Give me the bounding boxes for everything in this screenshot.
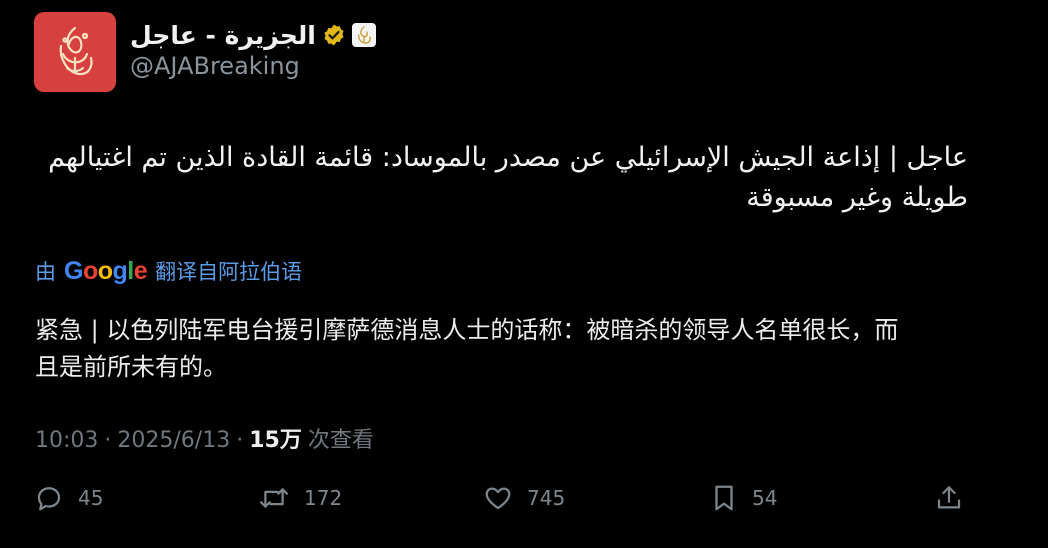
post-time[interactable]: 10:03 bbox=[35, 428, 98, 453]
aljazeera-affiliate-badge-icon[interactable] bbox=[351, 23, 376, 47]
reply-button[interactable]: 45 bbox=[34, 480, 103, 516]
bookmark-icon bbox=[715, 485, 733, 511]
reply-count: 45 bbox=[78, 486, 104, 510]
translation-line: 且是前所未有的。 bbox=[35, 353, 227, 381]
tweet-detail: الجزيرة - عاجل @AJABreaking عاجل | إذاعة… bbox=[0, 0, 1048, 548]
share-icon bbox=[937, 486, 961, 509]
like-count: 745 bbox=[527, 486, 566, 510]
share-button[interactable] bbox=[934, 480, 964, 516]
account-handle[interactable]: @AJABreaking bbox=[130, 52, 300, 80]
post-text-line: طويلة وغير مسبوقة bbox=[746, 182, 968, 213]
reply-icon bbox=[37, 487, 61, 511]
gold-verified-badge-icon[interactable] bbox=[322, 23, 346, 47]
repost-count: 172 bbox=[304, 486, 343, 510]
heart-icon bbox=[485, 487, 511, 510]
account-name-row[interactable]: الجزيرة - عاجل bbox=[130, 18, 376, 52]
account-display-name[interactable]: الجزيرة - عاجل bbox=[130, 21, 316, 50]
account-avatar[interactable] bbox=[34, 12, 116, 92]
like-button[interactable]: 745 bbox=[483, 480, 565, 516]
repost-icon bbox=[259, 488, 289, 508]
post-text-original: عاجل | إذاعة الجيش الإسرائيلي عن مصدر با… bbox=[48, 138, 968, 218]
translation-line: 紧急 | 以色列陆军电台援引摩萨德消息人士的话称：被暗杀的领导人名单很长，而 bbox=[35, 316, 899, 344]
views-count: 15万 bbox=[249, 428, 302, 453]
bookmark-count: 54 bbox=[752, 486, 778, 510]
post-meta: 10:03 · 2025/6/13 · 15万 次查看 bbox=[35, 422, 374, 454]
post-text-translation: 紧急 | 以色列陆军电台援引摩萨德消息人士的话称：被暗杀的领导人名单很长，而 且… bbox=[35, 312, 975, 386]
bookmark-button[interactable]: 54 bbox=[710, 480, 777, 516]
post-text-line: عاجل | إذاعة الجيش الإسرائيلي عن مصدر با… bbox=[48, 142, 968, 173]
translation-attribution[interactable]: 由 Google 翻译自阿拉伯语 bbox=[35, 256, 302, 286]
translate-label[interactable]: 翻译自阿拉伯语 bbox=[155, 256, 302, 286]
views-label: 次查看 bbox=[307, 428, 374, 453]
translate-prefix: 由 bbox=[35, 260, 56, 284]
meta-separator: · bbox=[236, 428, 244, 453]
meta-separator: · bbox=[104, 428, 112, 453]
post-date[interactable]: 2025/6/13 bbox=[117, 428, 230, 453]
aljazeera-logo-icon bbox=[59, 26, 93, 76]
google-logo: Google bbox=[64, 257, 148, 285]
repost-button[interactable]: 172 bbox=[258, 480, 342, 516]
